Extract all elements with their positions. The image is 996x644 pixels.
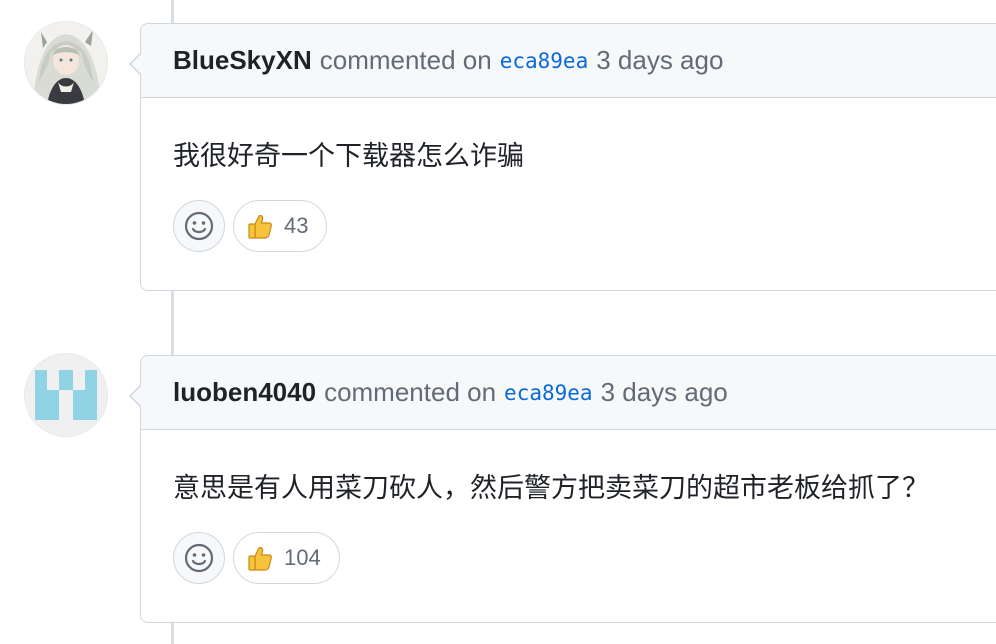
reactions-bar: 43 <box>141 200 996 252</box>
anime-avatar-image <box>25 22 107 104</box>
add-reaction-button[interactable] <box>173 200 225 252</box>
thumbs-up-icon <box>248 547 272 571</box>
add-reaction-button[interactable] <box>173 532 225 584</box>
commit-link[interactable]: eca89ea <box>504 381 593 405</box>
smiley-icon <box>184 543 214 573</box>
avatar-blueskyxn[interactable] <box>25 22 107 104</box>
identicon-image <box>25 354 107 436</box>
comment-verb: commented on <box>324 377 497 407</box>
comment-body: 我很好奇一个下载器怎么诈骗 <box>173 141 524 171</box>
reaction-count: 104 <box>284 545 321 570</box>
author-link[interactable]: luoben4040 <box>173 377 316 408</box>
comment-header: luoben4040 commented on eca89ea 3 days a… <box>141 356 996 430</box>
comment-card: luoben4040 commented on eca89ea 3 days a… <box>129 355 996 623</box>
comment-header: BlueSkyXN commented on eca89ea 3 days ag… <box>141 24 996 98</box>
timestamp-link[interactable]: 3 days ago <box>601 377 728 408</box>
avatar-luoben4040[interactable] <box>25 354 107 436</box>
thumbs-up-reaction-button[interactable]: 104 <box>233 532 340 584</box>
timeline: BlueSkyXN commented on eca89ea 3 days ag… <box>0 0 996 644</box>
commit-link[interactable]: eca89ea <box>500 49 589 73</box>
comment-verb: commented on <box>319 45 492 75</box>
author-link[interactable]: BlueSkyXN <box>173 45 312 76</box>
thumbs-up-reaction-button[interactable]: 43 <box>233 200 328 252</box>
smiley-icon <box>184 211 214 241</box>
comment-card: BlueSkyXN commented on eca89ea 3 days ag… <box>129 23 996 291</box>
timestamp-link[interactable]: 3 days ago <box>596 45 723 76</box>
reactions-bar: 104 <box>141 532 996 584</box>
reaction-count: 43 <box>284 213 309 238</box>
comment-body: 意思是有人用菜刀砍人，然后警方把卖菜刀的超市老板给抓了？ <box>173 473 929 503</box>
thumbs-up-icon <box>248 215 272 239</box>
